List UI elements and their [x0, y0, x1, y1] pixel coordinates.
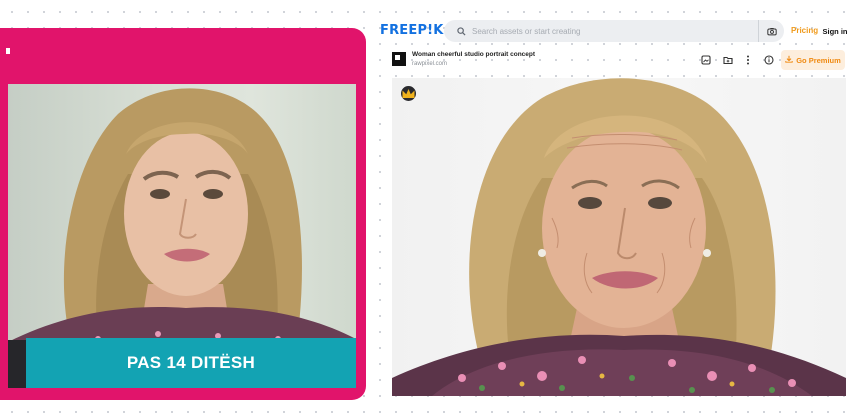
- search-icon: [450, 20, 472, 42]
- asset-preview-image[interactable]: [392, 78, 846, 396]
- go-premium-label: Go Premium: [796, 55, 841, 65]
- crown-icon: [401, 86, 416, 101]
- image-save-icon[interactable]: [699, 53, 713, 67]
- left-portrait-image: [8, 84, 356, 368]
- asset-title: Woman cheerful studio portrait concept: [412, 51, 536, 58]
- pricing-link[interactable]: Pricing: [791, 26, 818, 35]
- freepik-page: FREEP!K Pricing Sign in Woman cheerful s…: [372, 14, 859, 400]
- asset-source-link[interactable]: rawpixel.com: [412, 61, 447, 67]
- search-bar[interactable]: [444, 20, 784, 42]
- more-vertical-icon[interactable]: [741, 53, 755, 67]
- search-input[interactable]: [472, 26, 742, 36]
- caption-text: PAS 14 DITËSH: [126, 353, 256, 372]
- download-icon: [785, 55, 793, 65]
- top-navigation: FREEP!K Pricing Sign in: [372, 14, 859, 48]
- left-portrait-drawing: [8, 88, 356, 368]
- sign-in-button[interactable]: Sign in: [818, 20, 852, 42]
- freepik-logo[interactable]: FREEP!K: [380, 23, 444, 38]
- left-dark-strip: [8, 340, 28, 388]
- asset-header: Woman cheerful studio portrait concept r…: [372, 48, 859, 74]
- frame-mark: [6, 48, 10, 54]
- portrait-drawing: [392, 78, 846, 396]
- go-premium-button[interactable]: Go Premium: [781, 50, 845, 70]
- camera-icon[interactable]: [758, 20, 785, 42]
- left-magenta-frame: PAS 14 DITËSH: [0, 28, 366, 400]
- info-icon[interactable]: [762, 53, 776, 67]
- folder-add-icon[interactable]: [721, 53, 735, 67]
- author-avatar[interactable]: [392, 52, 406, 66]
- caption-banner: PAS 14 DITËSH: [26, 338, 356, 388]
